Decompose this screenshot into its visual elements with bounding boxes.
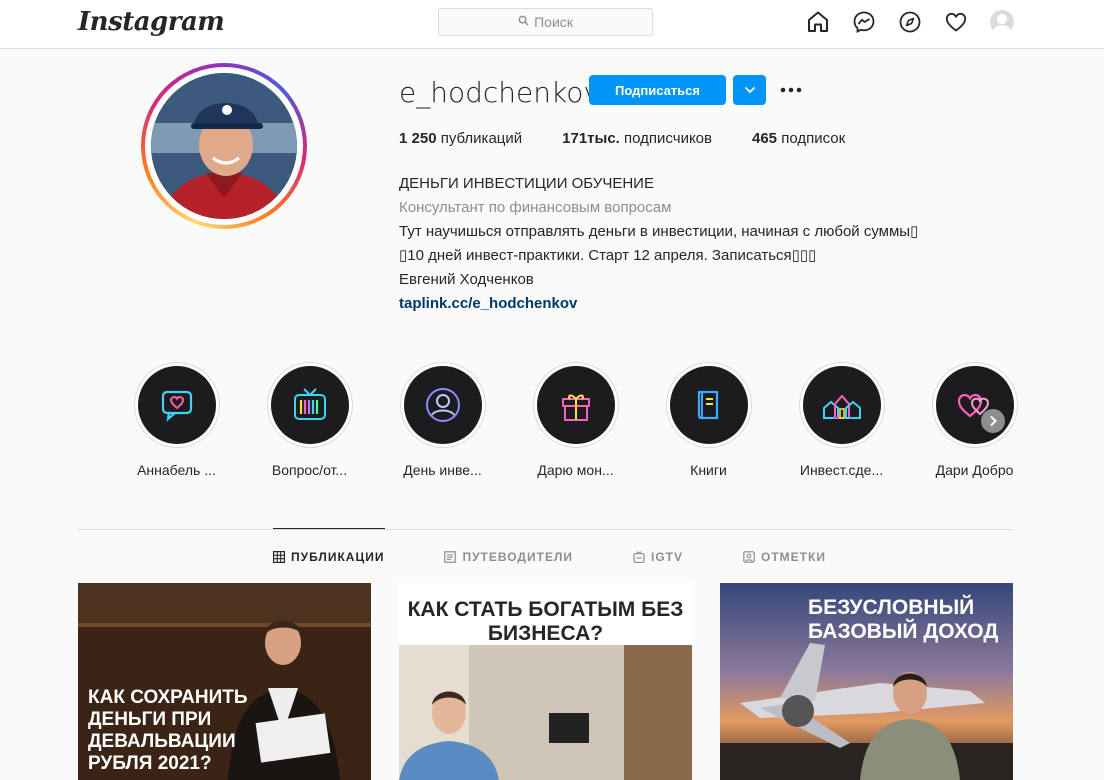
follow-button[interactable]: Подписаться [589,75,726,105]
profile-tabs: ПУБЛИКАЦИИ ПУТЕВОДИТЕЛИ IGTV ОТМЕТКИ [273,550,886,564]
bio-line-2: ▯10 дней инвест-практики. Старт 12 апрел… [399,247,817,264]
tab-igtv[interactable]: IGTV [633,550,683,564]
post-title: КАК СТАТЬ БОГАТЫМ БЕЗ БИЗНЕСА? [407,598,684,645]
highlight-item[interactable]: Вопрос/от... [243,362,376,478]
profile-category: Консультант по финансовым вопросам [399,199,672,216]
gift-icon [561,394,590,421]
home-icon[interactable] [806,10,830,34]
profile-avatar-icon[interactable] [990,10,1014,34]
activity-heart-icon[interactable] [944,10,968,34]
person-icon [425,388,460,422]
posts-grid: КАК СОХРАНИТЬ ДЕНЬГИ ПРИ ДЕВАЛЬВАЦИИ РУБ… [78,583,1013,780]
houses-icon [822,394,861,419]
messenger-icon[interactable] [852,10,876,34]
highlights-next-button[interactable] [981,409,1005,433]
chevron-down-icon [744,86,755,94]
highlight-item[interactable]: Аннабель ... [110,362,243,478]
tab-posts[interactable]: ПУБЛИКАЦИИ [273,550,384,564]
tab-tagged[interactable]: ОТМЕТКИ [743,550,826,564]
profile-picture-story-ring[interactable] [141,63,307,229]
top-navigation-bar: Instagram Поиск [0,0,1104,49]
bio-line-3: Евгений Ходченков [399,271,534,288]
highlight-item[interactable]: Книги [642,362,775,478]
highlight-item[interactable]: Дари Добро [908,362,1041,478]
post-title: БЕЗУСЛОВНЫЙ БАЗОВЫЙ ДОХОД [808,596,999,643]
ellipsis-icon [780,87,802,93]
tab-guides[interactable]: ПУТЕВОДИТЕЛИ [444,550,573,564]
suggestions-dropdown-button[interactable] [733,75,766,105]
highlight-item[interactable]: Инвест.сде... [775,362,908,478]
profile-full-name: ДЕНЬГИ ИНВЕСТИЦИИ ОБУЧЕНИЕ [399,175,654,192]
search-input[interactable]: Поиск [438,8,653,36]
chat-heart-icon [161,390,192,422]
story-highlights: Аннабель ... Вопрос/от... День инве... Д… [110,362,1041,478]
post-thumbnail[interactable]: КАК СОХРАНИТЬ ДЕНЬГИ ПРИ ДЕВАЛЬВАЦИИ РУБ… [78,583,371,780]
tabs-divider [78,529,1013,530]
highlight-item[interactable]: Дарю мон... [509,362,642,478]
stat-posts: 1 250 публикаций [399,130,523,147]
stat-following[interactable]: 465 подписок [752,130,845,147]
tv-icon [293,388,326,420]
grid-icon [273,551,285,563]
profile-username: e_hodchenkov [399,76,600,109]
guide-icon [444,551,457,563]
stat-followers[interactable]: 171тыс. подписчиков [562,130,712,147]
bio-link[interactable]: taplink.cc/e_hodchenkov [399,292,918,316]
igtv-icon [633,551,645,563]
highlight-item[interactable]: День инве... [376,362,509,478]
profile-stats: 1 250 публикаций 171тыс. подписчиков 465… [399,130,885,147]
chevron-right-icon [990,415,997,427]
post-title: КАК СОХРАНИТЬ ДЕНЬГИ ПРИ ДЕВАЛЬВАЦИИ РУБ… [88,687,248,774]
explore-icon[interactable] [898,10,922,34]
post-thumbnail[interactable]: КАК СТАТЬ БОГАТЫМ БЕЗ БИЗНЕСА? [399,583,692,780]
search-placeholder: Поиск [534,14,573,30]
active-tab-indicator [273,528,385,529]
post-thumbnail[interactable]: БЕЗУСЛОВНЫЙ БАЗОВЫЙ ДОХОД [720,583,1013,780]
instagram-logo[interactable]: Instagram [78,7,225,37]
profile-bio: ДЕНЬГИ ИНВЕСТИЦИИ ОБУЧЕНИЕ Консультант п… [399,172,918,316]
search-icon [518,15,529,29]
profile-picture [151,73,297,219]
book-icon [697,390,718,420]
tagged-icon [743,551,755,563]
bio-line-1: Тут научишься отправлять деньги в инвест… [399,223,919,240]
more-options-button[interactable] [779,78,803,102]
nav-icons [806,10,1014,34]
